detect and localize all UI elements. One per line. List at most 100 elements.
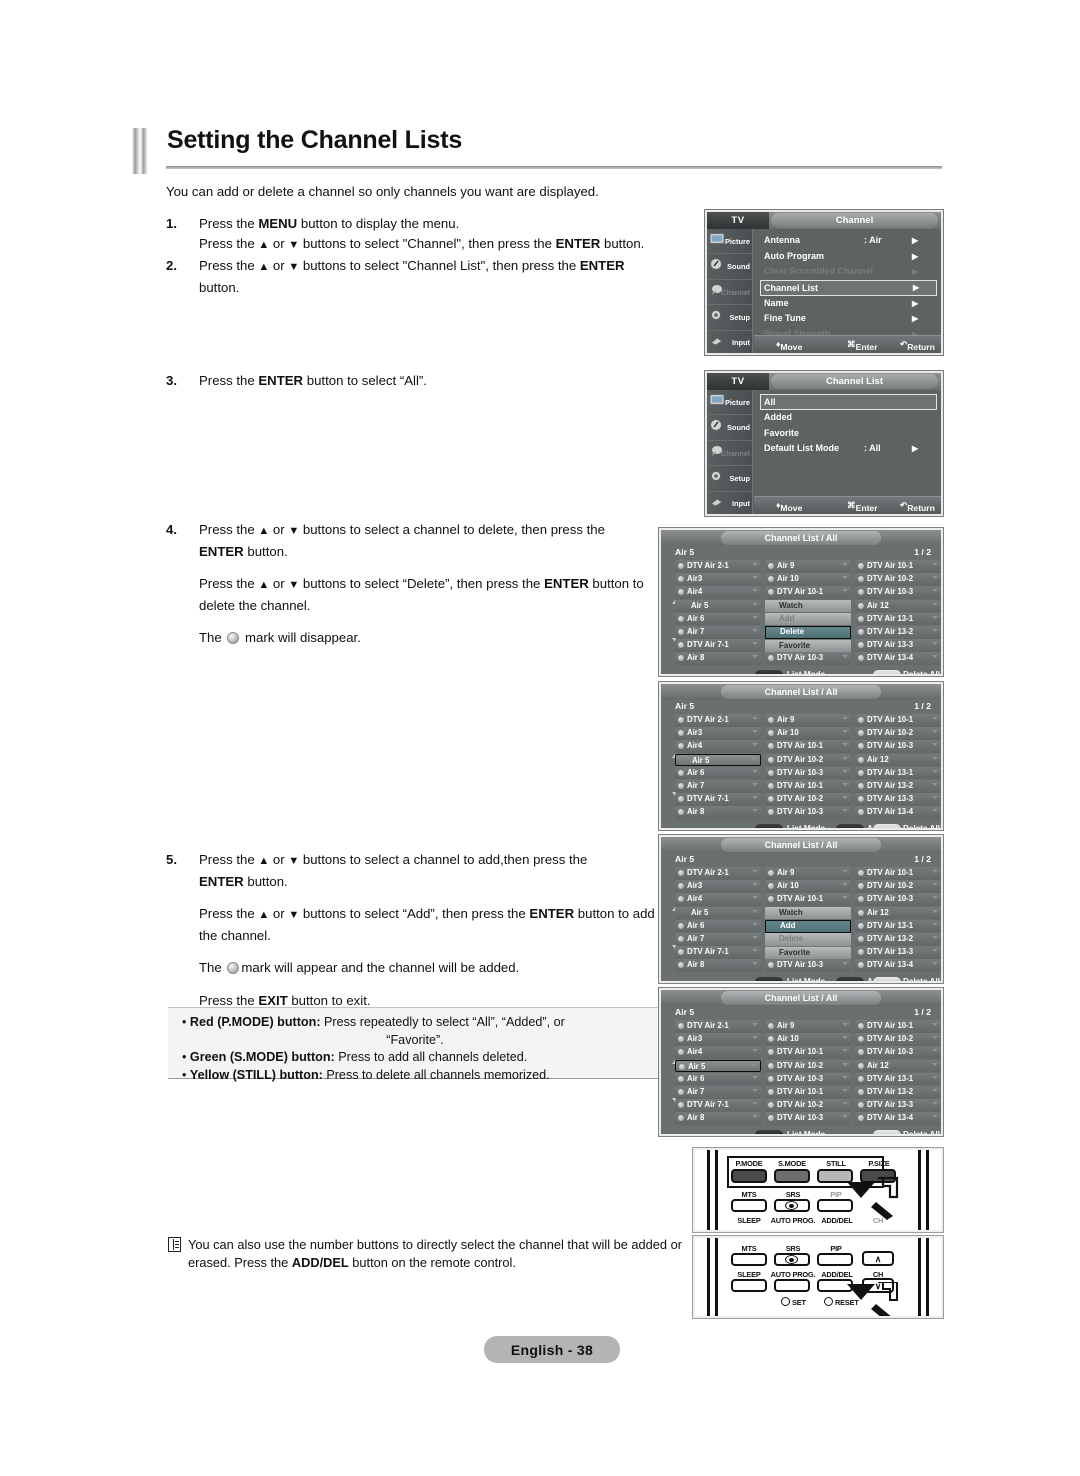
channel-cell[interactable]: Air 6 <box>675 612 761 626</box>
sidebar-item-input[interactable]: Input <box>707 492 752 514</box>
black-swatch-list-mode[interactable] <box>755 670 783 674</box>
popup-item-watch[interactable]: Watch <box>765 599 851 613</box>
popup-item-delete[interactable]: Delete <box>765 625 851 639</box>
channel-cell[interactable]: DTV Air 10-2 <box>765 1099 851 1112</box>
sidebar-item-picture[interactable]: Picture <box>707 229 752 255</box>
channel-cell[interactable]: Air 8 <box>675 806 761 819</box>
channel-cell[interactable]: Air 10 <box>765 880 851 893</box>
channel-cell[interactable]: DTV Air 13-4 <box>855 652 941 665</box>
channel-cell[interactable]: DTV Air 13-3 <box>855 1099 941 1112</box>
channel-cell[interactable]: DTV Air 10-2 <box>765 793 851 806</box>
channel-cell[interactable]: DTV Air 13-2 <box>855 779 941 793</box>
channel-cell[interactable]: Air 12 <box>855 906 941 920</box>
channel-cell[interactable]: Air 10 <box>765 1033 851 1046</box>
channel-cell[interactable]: DTV Air 10-3 <box>765 766 851 780</box>
channel-cell[interactable]: DTV Air 10-3 <box>765 1072 851 1086</box>
sidebar-item-sound[interactable]: Sound <box>707 254 752 280</box>
popup-item-favorite[interactable]: Favorite <box>765 946 851 960</box>
channel-cell[interactable]: Air 7 <box>675 1085 761 1099</box>
channel-cell[interactable]: Air4 <box>675 586 761 599</box>
channel-cell[interactable]: Air 10 <box>765 573 851 586</box>
black-swatch-list-mode[interactable] <box>755 1130 783 1134</box>
channel-cell[interactable]: Air 7 <box>675 779 761 793</box>
channel-cell[interactable]: DTV Air 10-1 <box>765 586 851 599</box>
channel-cell[interactable]: DTV Air 10-3 <box>855 893 941 906</box>
remote-button-pip[interactable] <box>817 1253 853 1266</box>
channel-cell[interactable]: Air3 <box>675 1033 761 1046</box>
black-swatch-add-all[interactable] <box>836 977 864 981</box>
black-swatch-add-all[interactable] <box>836 824 864 828</box>
reset-circle-icon[interactable] <box>824 1297 833 1306</box>
sidebar-item-picture[interactable]: Picture <box>707 390 752 416</box>
menu-row-fine-tune[interactable]: Fine Tune ▶ <box>760 311 937 327</box>
menu-row-all[interactable]: All <box>760 394 937 410</box>
white-swatch-delete-all[interactable] <box>873 670 901 674</box>
channel-cell[interactable]: DTV Air 10-1 <box>855 560 941 573</box>
channel-cell[interactable]: DTV Air 10-3 <box>765 806 851 819</box>
channel-cell[interactable]: Air3 <box>675 880 761 893</box>
menu-row-auto-program[interactable]: Auto Program ▶ <box>760 249 937 265</box>
channel-cell[interactable]: DTV Air 10-1 <box>855 867 941 880</box>
channel-cell[interactable]: DTV Air 7-1 <box>675 639 761 652</box>
channel-cell[interactable]: Air3 <box>675 727 761 740</box>
channel-cell[interactable]: DTV Air 7-1 <box>675 793 761 806</box>
channel-cell[interactable]: DTV Air 13-1 <box>855 1072 941 1086</box>
channel-cell[interactable]: DTV Air 10-3 <box>765 959 851 972</box>
channel-cell[interactable]: DTV Air 13-1 <box>855 919 941 933</box>
channel-cell[interactable]: DTV Air 10-2 <box>855 1033 941 1046</box>
remote-button-pmode[interactable] <box>731 1169 767 1183</box>
menu-row-favorite[interactable]: Favorite <box>760 426 937 442</box>
remote-button-mts[interactable] <box>731 1253 767 1266</box>
channel-cell[interactable]: DTV Air 10-3 <box>765 652 851 665</box>
channel-cell[interactable]: DTV Air 13-2 <box>855 932 941 946</box>
channel-cell[interactable]: DTV Air 10-1 <box>855 714 941 727</box>
channel-cell[interactable]: Air4 <box>675 893 761 906</box>
white-swatch-delete-all[interactable] <box>873 977 901 981</box>
channel-cell[interactable]: DTV Air 13-1 <box>855 766 941 780</box>
channel-cell-selected[interactable]: Air 5 <box>675 906 761 920</box>
channel-cell[interactable]: Air 9 <box>765 560 851 573</box>
popup-item-add[interactable]: Add <box>765 919 851 933</box>
channel-cell[interactable]: DTV Air 13-3 <box>855 639 941 652</box>
channel-cell[interactable]: DTV Air 2-1 <box>675 1020 761 1033</box>
channel-cell[interactable]: DTV Air 13-3 <box>855 793 941 806</box>
set-circle-icon[interactable] <box>781 1297 790 1306</box>
sidebar-item-channel[interactable]: Channel <box>707 280 752 306</box>
channel-cell[interactable]: Air 9 <box>765 1020 851 1033</box>
channel-cell[interactable]: Air4 <box>675 740 761 753</box>
channel-cell[interactable]: Air 6 <box>675 1072 761 1086</box>
white-swatch-delete-all[interactable] <box>873 1130 901 1134</box>
channel-cell[interactable]: Air 7 <box>675 625 761 639</box>
channel-cell-focused[interactable]: Air 5 <box>675 753 761 767</box>
channel-cell[interactable]: DTV Air 13-4 <box>855 806 941 819</box>
sidebar-item-setup[interactable]: Setup <box>707 305 752 331</box>
channel-cell[interactable]: Air3 <box>675 573 761 586</box>
sidebar-item-sound[interactable]: Sound <box>707 415 752 441</box>
channel-cell[interactable]: Air 8 <box>675 959 761 972</box>
channel-cell[interactable]: Air 12 <box>855 1059 941 1073</box>
channel-cell[interactable]: Air 10 <box>765 727 851 740</box>
menu-row-antenna[interactable]: Antenna: Air ▶ <box>760 233 937 249</box>
popup-item-favorite[interactable]: Favorite <box>765 639 851 653</box>
channel-cell[interactable]: DTV Air 10-2 <box>765 753 851 767</box>
channel-cell[interactable]: DTV Air 10-2 <box>855 880 941 893</box>
channel-cell[interactable]: DTV Air 2-1 <box>675 560 761 573</box>
channel-cell[interactable]: DTV Air 10-3 <box>855 586 941 599</box>
channel-cell[interactable]: DTV Air 2-1 <box>675 867 761 880</box>
channel-cell-selected[interactable]: Air 5 <box>675 599 761 613</box>
white-swatch-delete-all[interactable] <box>873 824 901 828</box>
remote-button-auto-prog[interactable] <box>774 1279 810 1292</box>
channel-cell-focused[interactable]: Air 5 <box>675 1059 761 1073</box>
menu-row-default-list-mode[interactable]: Default List Mode: All ▶ <box>760 441 937 457</box>
channel-cell[interactable]: DTV Air 13-1 <box>855 612 941 626</box>
sidebar-item-channel[interactable]: Channel <box>707 441 752 467</box>
black-swatch-list-mode[interactable] <box>755 977 783 981</box>
channel-cell[interactable]: DTV Air 10-3 <box>855 740 941 753</box>
channel-cell[interactable]: Air 12 <box>855 753 941 767</box>
channel-cell[interactable]: Air 12 <box>855 599 941 613</box>
channel-cell[interactable]: Air 8 <box>675 652 761 665</box>
channel-cell[interactable]: DTV Air 13-2 <box>855 625 941 639</box>
channel-cell[interactable]: DTV Air 7-1 <box>675 946 761 959</box>
channel-cell[interactable]: DTV Air 13-2 <box>855 1085 941 1099</box>
remote-button-smode[interactable] <box>774 1169 810 1183</box>
